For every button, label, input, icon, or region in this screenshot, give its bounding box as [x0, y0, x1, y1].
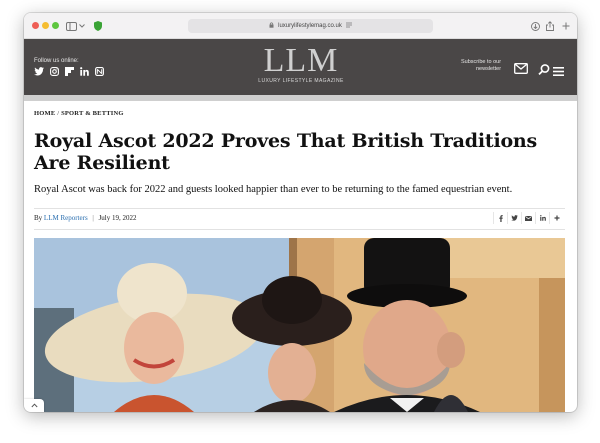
site-logo[interactable]: LLM LUXURY LIFESTYLE MAGAZINE	[251, 42, 351, 85]
subscribe-line-1: Subscribe to our	[461, 59, 502, 65]
breadcrumb: HOME / SPORT & BETTING	[34, 110, 124, 117]
byline-divider: |	[92, 214, 94, 222]
publish-date: July 19, 2022	[98, 214, 137, 222]
hamburger-menu-icon[interactable]	[553, 63, 564, 81]
facebook-icon[interactable]	[493, 212, 507, 224]
breadcrumb-section[interactable]: SPORT & BETTING	[61, 110, 124, 117]
linkedin-share-icon[interactable]	[535, 212, 549, 224]
article-standfirst: Royal Ascot was back for 2022 and guests…	[34, 184, 513, 195]
byline-divider-top	[34, 208, 565, 209]
logo-tagline: LUXURY LIFESTYLE MAGAZINE	[258, 78, 344, 84]
new-tab-icon[interactable]	[561, 19, 571, 33]
article-headline: Royal Ascot 2022 Proves That British Tra…	[34, 130, 538, 174]
zoom-window-button[interactable]	[52, 22, 59, 29]
reader-icon[interactable]	[345, 22, 352, 30]
twitter-share-icon[interactable]	[507, 212, 521, 224]
subscribe-line-2: newsletter	[475, 66, 502, 72]
browser-window: luxurylifestylemag.co.uk Follow us onlin…	[24, 13, 577, 412]
lock-icon	[269, 22, 274, 30]
download-icon[interactable]	[530, 19, 540, 33]
follow-label: Follow us online:	[34, 58, 79, 64]
mail-icon[interactable]	[514, 61, 528, 79]
address-url: luxurylifestylemag.co.uk	[278, 23, 342, 29]
sidebar-icon[interactable]	[65, 19, 77, 33]
flipboard-icon[interactable]	[64, 66, 74, 76]
article-hero-image	[34, 238, 565, 412]
browser-toolbar: luxurylifestylemag.co.uk	[24, 13, 577, 39]
email-icon[interactable]	[521, 212, 535, 224]
byline: By LLM Reporters | July 19, 2022	[34, 214, 137, 222]
chevron-down-icon[interactable]	[78, 19, 86, 33]
author-link[interactable]: LLM Reporters	[44, 214, 88, 222]
byline-divider-bottom	[34, 229, 565, 230]
breadcrumb-separator: /	[57, 110, 60, 117]
share-buttons	[493, 212, 563, 224]
breadcrumb-home[interactable]: HOME	[34, 110, 55, 117]
linkedin-icon[interactable]	[79, 66, 89, 76]
plus-icon[interactable]	[549, 212, 563, 224]
subscribe-link[interactable]: Subscribe to our newsletter	[461, 59, 501, 73]
address-bar[interactable]: luxurylifestylemag.co.uk	[188, 19, 433, 33]
close-window-button[interactable]	[32, 22, 39, 29]
twitter-icon[interactable]	[34, 66, 44, 76]
news-icon[interactable]	[94, 66, 104, 76]
social-links	[34, 66, 104, 76]
share-icon[interactable]	[545, 19, 555, 33]
minimize-window-button[interactable]	[42, 22, 49, 29]
logo-mark: LLM	[263, 42, 339, 79]
instagram-icon[interactable]	[49, 66, 59, 76]
header-subbar	[24, 95, 577, 101]
site-header: Follow us online: LLM LUXURY LIFESTYLE M…	[24, 39, 577, 95]
search-icon[interactable]	[538, 62, 550, 80]
byline-by: By	[34, 214, 43, 222]
shield-icon[interactable]	[93, 19, 103, 33]
scroll-up-button[interactable]	[24, 399, 44, 412]
